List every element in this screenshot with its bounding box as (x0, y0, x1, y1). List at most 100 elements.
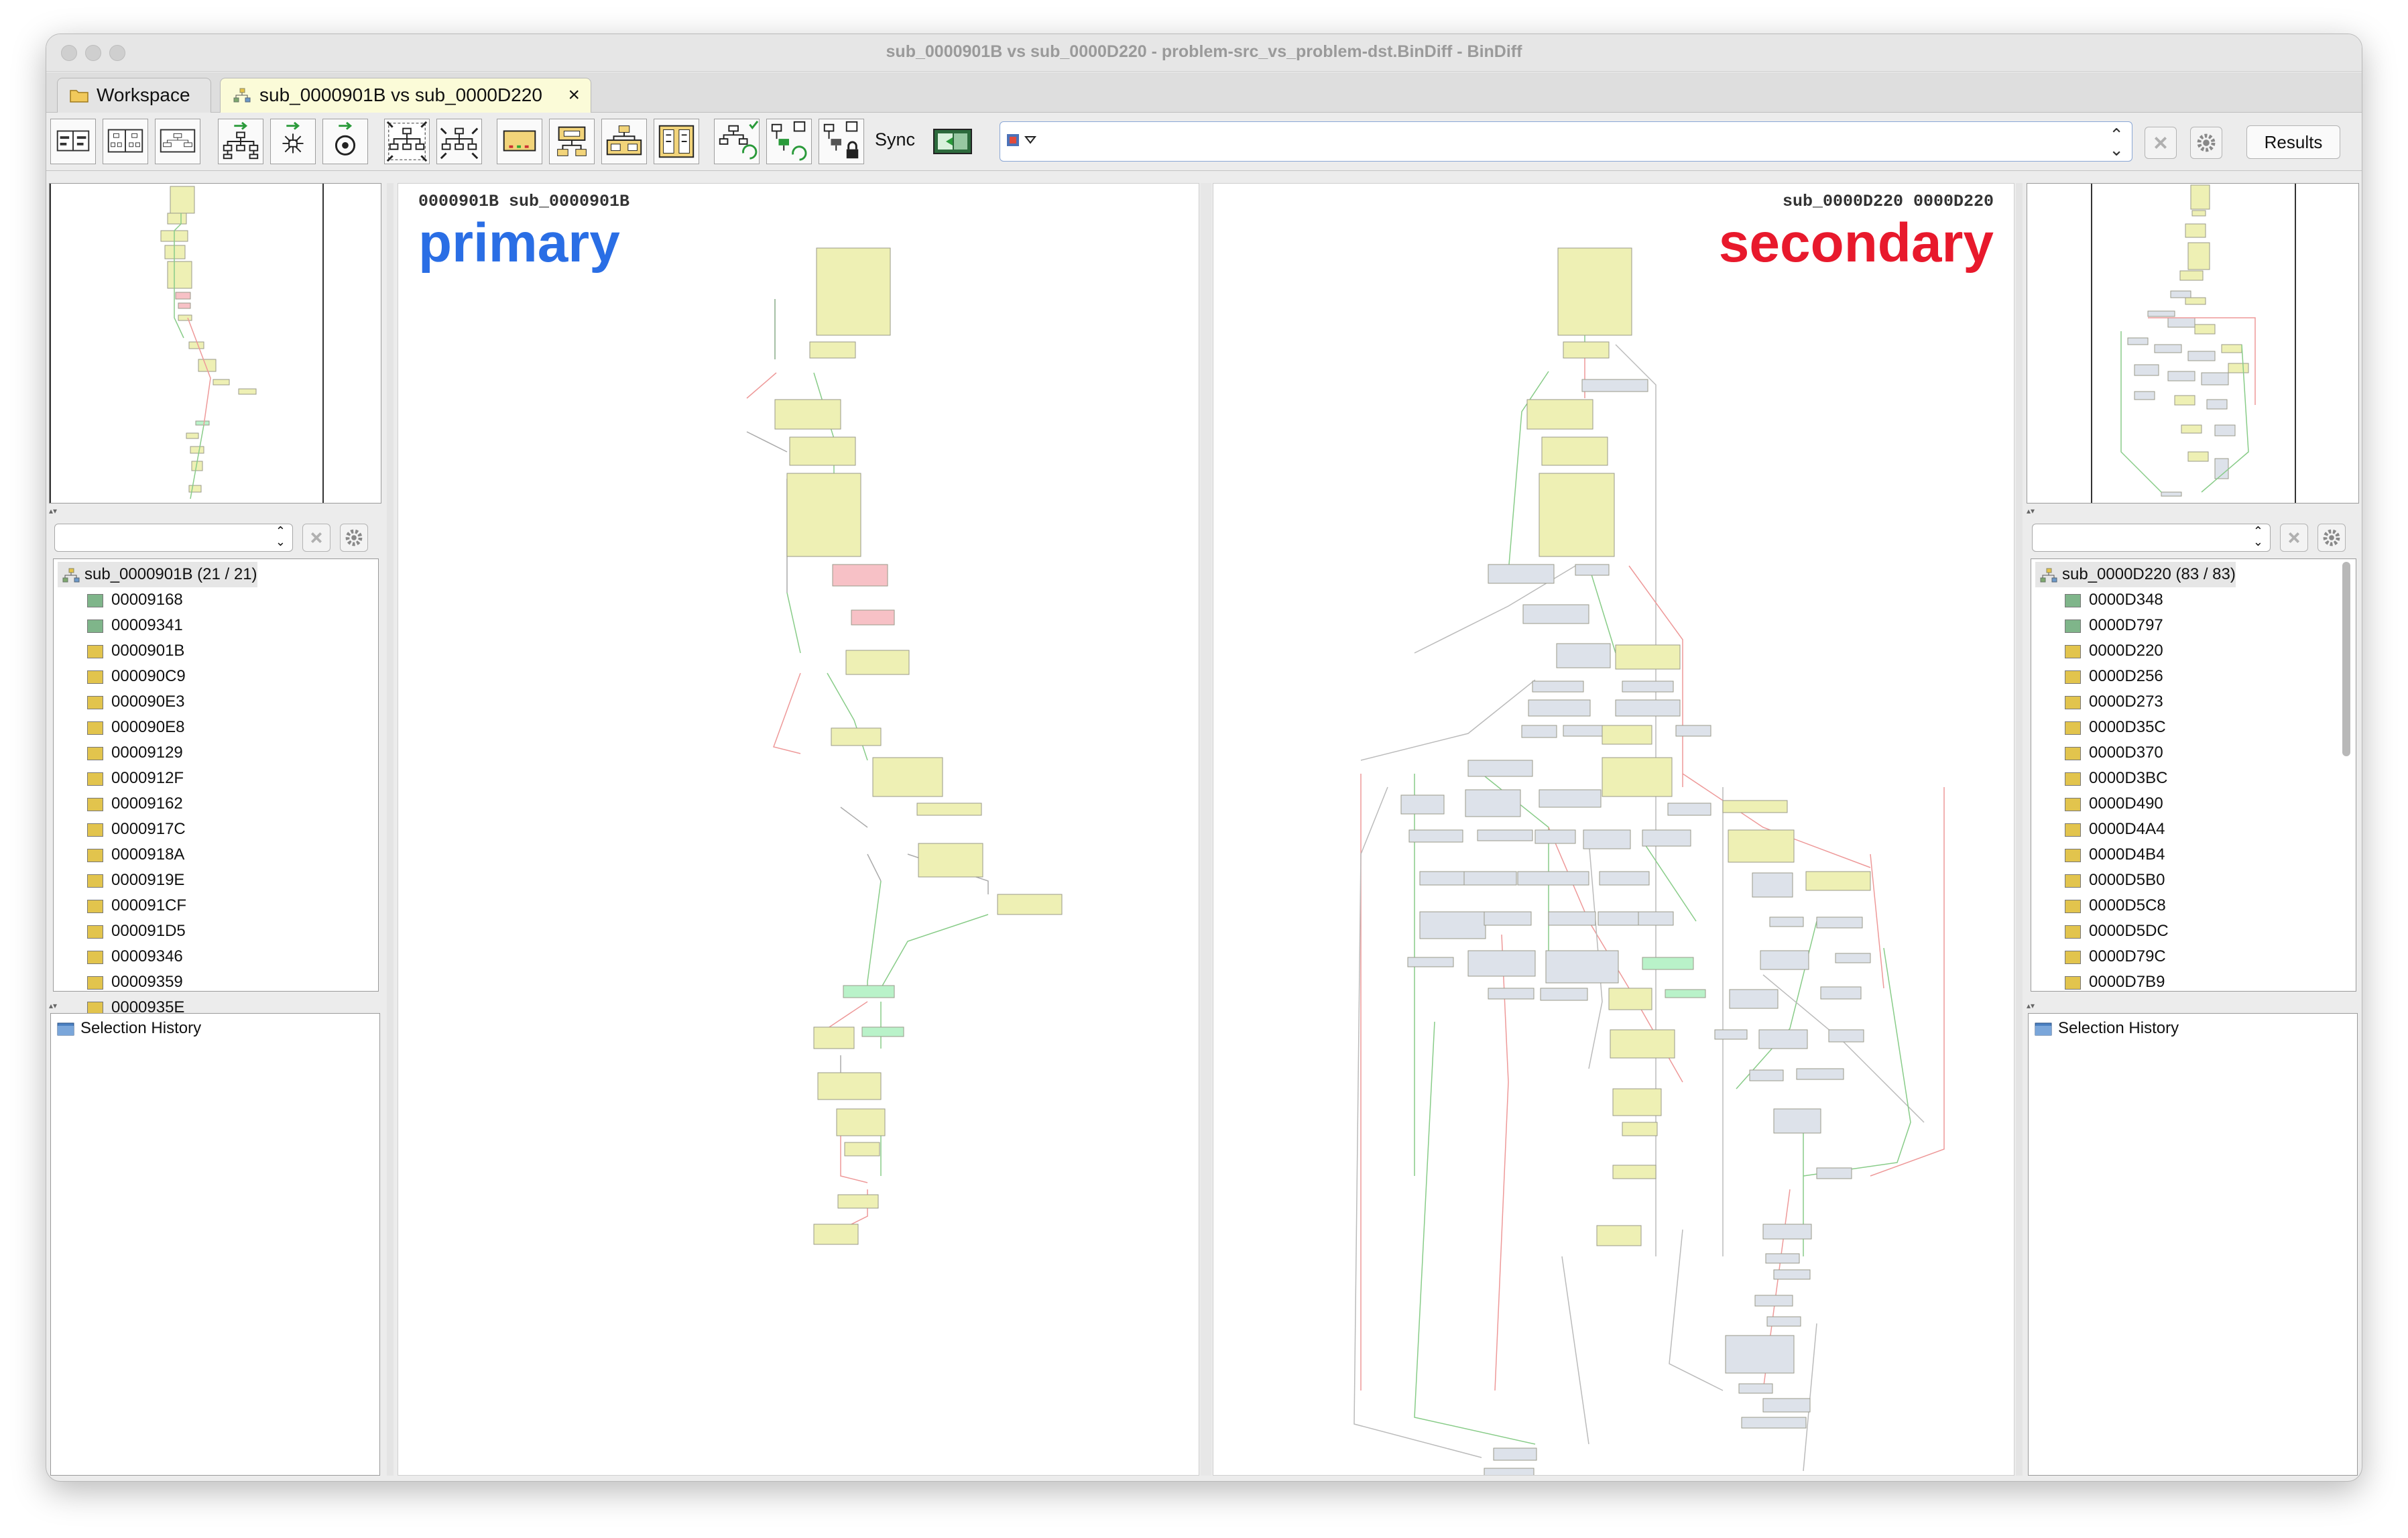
basic-block[interactable] (1522, 604, 1589, 624)
secondary-tree-root[interactable]: sub_0000D220 (83 / 83) (2035, 562, 2236, 587)
overview-block[interactable] (2154, 344, 2182, 353)
basic-block[interactable] (1765, 1253, 1800, 1264)
overview-block[interactable] (2206, 399, 2228, 410)
basic-block[interactable] (1556, 643, 1611, 668)
tab-diff-view[interactable]: sub_0000901B vs sub_0000D220 × (220, 78, 591, 113)
basic-block[interactable] (1769, 916, 1804, 927)
overview-block[interactable] (2185, 223, 2206, 238)
toolbar-button-hierarchic-layout[interactable] (218, 119, 263, 164)
overview-block[interactable] (2167, 317, 2195, 328)
chevron-updown-icon[interactable]: ⌃ ⌄ (2109, 126, 2124, 158)
basic-block[interactable] (1598, 911, 1644, 926)
basic-block[interactable] (809, 341, 856, 359)
basic-block[interactable] (1665, 989, 1706, 998)
basic-block[interactable] (1541, 436, 1608, 466)
basic-block[interactable] (1615, 644, 1681, 670)
overview-block[interactable] (2187, 242, 2210, 270)
basic-block[interactable] (1581, 379, 1648, 392)
basic-block[interactable] (1796, 1068, 1844, 1080)
basic-block[interactable] (1534, 829, 1576, 844)
secondary-tree[interactable]: sub_0000D220 (83 / 83) 0000D348 0000D797 0… (2031, 558, 2356, 992)
basic-block[interactable] (813, 1224, 859, 1245)
basic-block[interactable] (1563, 725, 1604, 737)
overview-block[interactable] (2134, 364, 2159, 376)
basic-block[interactable] (1728, 829, 1795, 863)
basic-block[interactable] (1725, 1335, 1795, 1374)
basic-block[interactable] (1517, 871, 1589, 886)
overview-block[interactable] (188, 341, 204, 349)
basic-block[interactable] (1596, 1225, 1642, 1246)
basic-block[interactable] (1575, 564, 1610, 576)
secondary-right-splitter[interactable] (2016, 183, 2023, 1476)
secondary-filter-combo[interactable]: ⌃ ⌄ (2032, 524, 2271, 552)
search-settings-button[interactable] (2190, 127, 2222, 159)
basic-block[interactable] (1675, 725, 1711, 737)
basic-block[interactable] (1488, 564, 1555, 584)
basic-block[interactable] (1528, 699, 1591, 717)
overview-block[interactable] (2214, 458, 2229, 479)
basic-block[interactable] (1773, 1269, 1811, 1280)
toolbar-button-lock-layout[interactable] (819, 119, 864, 164)
overview-block[interactable] (167, 261, 192, 289)
overview-block[interactable] (213, 379, 230, 386)
overview-block[interactable] (2127, 337, 2149, 345)
basic-block[interactable] (1539, 789, 1602, 808)
basic-block[interactable] (1738, 1383, 1773, 1394)
primary-left-splitter[interactable] (387, 183, 394, 1476)
basic-block[interactable] (1758, 1029, 1808, 1049)
basic-block[interactable] (1545, 950, 1619, 984)
basic-block[interactable] (1548, 911, 1596, 926)
overview-block[interactable] (178, 302, 191, 309)
overview-block[interactable] (2147, 310, 2175, 317)
basic-block[interactable] (1714, 1029, 1748, 1040)
overview-block[interactable] (2190, 184, 2210, 210)
basic-block[interactable] (1602, 725, 1652, 745)
overview-block[interactable] (195, 420, 210, 426)
basic-block[interactable] (861, 1026, 904, 1037)
secondary-selection-history[interactable]: Selection History (2028, 1013, 2358, 1476)
basic-block[interactable] (1540, 988, 1588, 1001)
basic-block[interactable] (1463, 871, 1517, 886)
basic-block[interactable] (845, 650, 910, 675)
basic-block[interactable] (1467, 950, 1536, 977)
basic-block[interactable] (1557, 247, 1632, 336)
basic-block[interactable] (1741, 1417, 1807, 1429)
basic-block[interactable] (1762, 1224, 1812, 1240)
secondary-filter-settings-button[interactable] (2317, 524, 2346, 552)
basic-block[interactable] (1400, 794, 1445, 815)
basic-block[interactable] (1638, 911, 1674, 926)
basic-block[interactable] (786, 473, 861, 557)
toolbar-button-select-successors[interactable] (549, 119, 595, 164)
overview-block[interactable] (2185, 297, 2206, 305)
basic-block[interactable] (1488, 988, 1534, 1000)
overview-block[interactable] (238, 388, 257, 395)
overview-block[interactable] (190, 446, 204, 454)
overview-block[interactable] (2194, 324, 2216, 335)
primary-graph-view[interactable]: 0000901B sub_0000901B primary (398, 183, 1199, 1476)
basic-block[interactable] (1493, 1447, 1537, 1461)
primary-filter-settings-button[interactable] (340, 524, 368, 552)
basic-block[interactable] (1760, 950, 1809, 970)
sync-toggle-button[interactable] (930, 119, 975, 164)
overview-block[interactable] (2167, 371, 2195, 381)
overview-block[interactable] (188, 485, 202, 493)
tab-workspace[interactable]: Workspace (57, 78, 211, 113)
basic-block[interactable] (1754, 1295, 1793, 1307)
basic-block[interactable] (1419, 911, 1486, 939)
basic-block[interactable] (1521, 725, 1557, 738)
basic-block[interactable] (1526, 399, 1593, 430)
basic-block[interactable] (1766, 1316, 1801, 1327)
primary-filter-combo[interactable]: ⌃ ⌄ (54, 524, 293, 552)
basic-block[interactable] (1828, 1029, 1864, 1043)
toolbar-button-proximity-browsing[interactable] (384, 119, 430, 164)
basic-block[interactable] (832, 564, 888, 587)
primary-tree[interactable]: sub_0000901B (21 / 21) 00009168 00009341 0… (53, 558, 379, 1118)
basic-block[interactable] (1622, 1122, 1658, 1136)
toolbar-button-flow-view[interactable] (103, 119, 148, 164)
basic-block[interactable] (1539, 473, 1615, 557)
overview-block[interactable] (186, 432, 199, 439)
toolbar-button-circular-layout[interactable] (322, 119, 368, 164)
basic-block[interactable] (872, 757, 943, 797)
search-input[interactable] (1047, 127, 2080, 156)
toolbar-button-organic-layout[interactable] (270, 119, 316, 164)
